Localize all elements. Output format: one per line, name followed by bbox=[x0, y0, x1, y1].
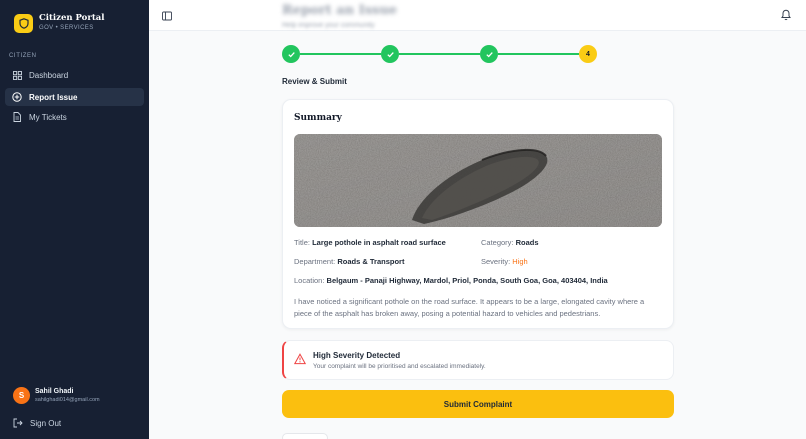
step-2-complete bbox=[381, 45, 399, 63]
field-severity: Severity: High bbox=[481, 257, 528, 266]
step-1-complete bbox=[282, 45, 300, 63]
issue-photo bbox=[294, 134, 662, 227]
sidebar-item-label: Dashboard bbox=[29, 70, 69, 80]
field-label: Category: bbox=[481, 238, 514, 247]
back-button[interactable] bbox=[282, 433, 328, 439]
step-4-current: 4 bbox=[579, 45, 597, 63]
field-value: Roads bbox=[515, 238, 539, 247]
sidebar-toggle-icon[interactable] bbox=[161, 9, 173, 21]
page-title: Report an Issue bbox=[282, 3, 398, 18]
card-title: Summary bbox=[294, 113, 342, 123]
brand-title: Citizen Portal bbox=[39, 13, 105, 23]
sidebar-item-report-issue[interactable]: Report Issue bbox=[5, 88, 144, 106]
page-subtitle: Help improve your community bbox=[282, 22, 375, 29]
step-connector bbox=[498, 53, 579, 55]
sidebar-item-label: Report Issue bbox=[29, 92, 78, 102]
sidebar-section-label: CITIZEN bbox=[9, 53, 37, 59]
field-value: Belgaum - Panaji Highway, Mardol, Priol,… bbox=[326, 276, 608, 285]
field-value: Large pothole in asphalt road surface bbox=[312, 238, 446, 247]
sidebar-item-dashboard[interactable]: Dashboard bbox=[5, 66, 144, 84]
field-label: Location: bbox=[294, 276, 325, 285]
field-label: Department: bbox=[294, 257, 336, 266]
user-profile[interactable]: S Sahil Ghadi sahilghadi014@gmail.com bbox=[13, 387, 100, 404]
sign-out-button[interactable]: Sign Out bbox=[13, 418, 61, 428]
document-icon bbox=[12, 112, 22, 122]
submit-complaint-button[interactable]: Submit Complaint bbox=[282, 390, 674, 418]
grid-icon bbox=[12, 70, 22, 80]
brand-subtitle: GOV • SERVICES bbox=[39, 25, 94, 31]
field-category: Category: Roads bbox=[481, 238, 539, 247]
severity-alert: High Severity Detected Your complaint wi… bbox=[282, 340, 674, 380]
check-icon bbox=[287, 51, 295, 57]
plus-circle-icon bbox=[12, 92, 22, 102]
field-label: Severity: bbox=[481, 257, 511, 266]
logout-icon bbox=[13, 418, 23, 428]
sidebar: Citizen Portal GOV • SERVICES CITIZEN Da… bbox=[0, 0, 149, 439]
severity-value: High bbox=[512, 257, 528, 266]
step-3-complete bbox=[480, 45, 498, 63]
bell-icon[interactable] bbox=[780, 8, 792, 21]
alert-text: Your complaint will be prioritised and e… bbox=[313, 363, 486, 370]
field-location: Location: Belgaum - Panaji Highway, Mard… bbox=[294, 276, 608, 285]
check-icon bbox=[485, 51, 493, 57]
summary-card: Summary Title: Large pothole in asphalt … bbox=[282, 99, 674, 329]
check-icon bbox=[386, 51, 394, 57]
user-name: Sahil Ghadi bbox=[35, 388, 74, 395]
top-bar bbox=[149, 0, 806, 31]
sidebar-item-label: My Tickets bbox=[29, 112, 67, 122]
issue-description: I have noticed a significant pothole on … bbox=[294, 297, 645, 318]
field-department: Department: Roads & Transport bbox=[294, 257, 404, 266]
section-heading: Review & Submit bbox=[282, 77, 347, 86]
stepper: 4 bbox=[282, 45, 599, 63]
step-connector bbox=[399, 53, 480, 55]
warning-icon bbox=[293, 352, 307, 365]
alert-title: High Severity Detected bbox=[313, 351, 401, 360]
field-value: Roads & Transport bbox=[337, 257, 405, 266]
sidebar-item-my-tickets[interactable]: My Tickets bbox=[5, 108, 144, 126]
field-title: Title: Large pothole in asphalt road sur… bbox=[294, 238, 446, 247]
step-connector bbox=[300, 53, 381, 55]
field-label: Title: bbox=[294, 238, 310, 247]
avatar: S bbox=[13, 387, 30, 404]
sign-out-label: Sign Out bbox=[30, 418, 62, 428]
brand[interactable]: Citizen Portal GOV • SERVICES bbox=[14, 13, 105, 33]
shield-icon bbox=[14, 13, 33, 33]
user-email: sahilghadi014@gmail.com bbox=[35, 397, 100, 403]
